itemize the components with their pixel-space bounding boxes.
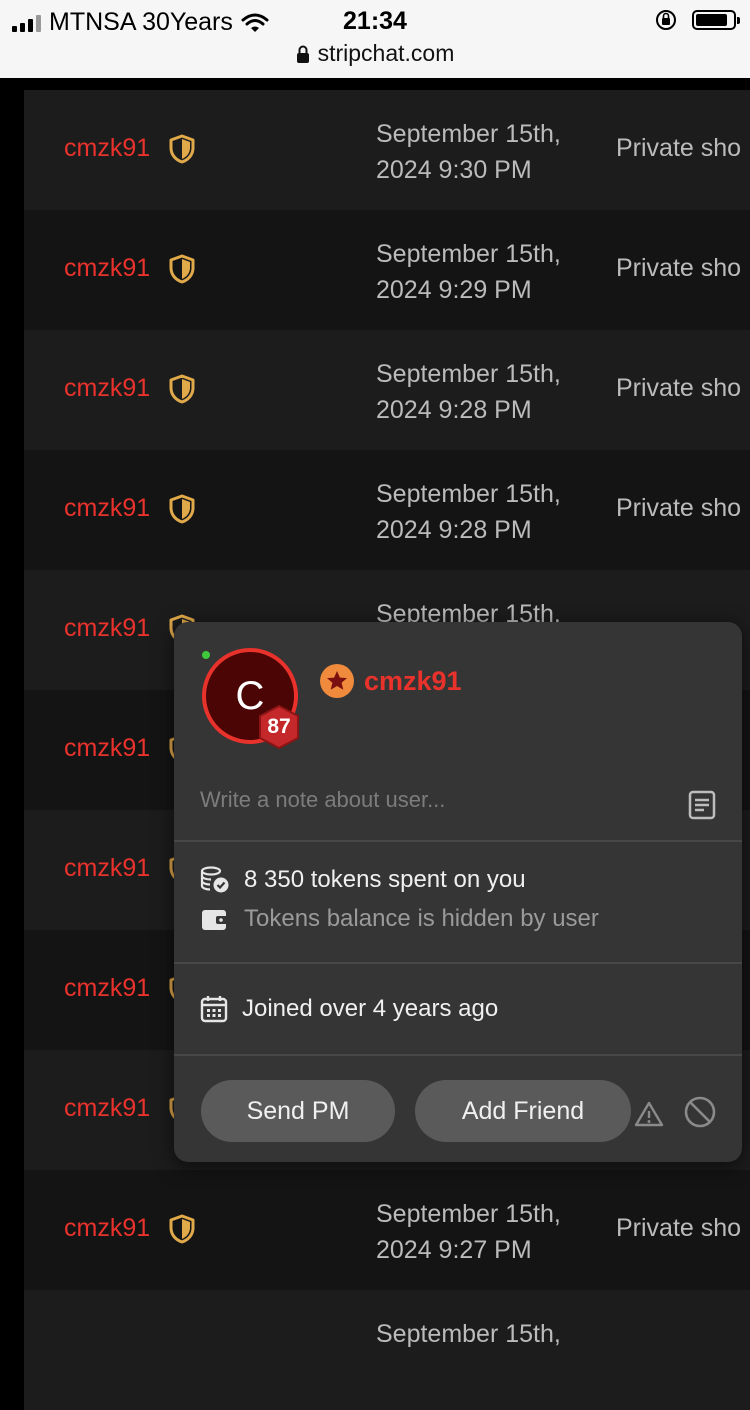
rotation-lock-icon — [656, 10, 676, 30]
row-username-link[interactable]: cmzk91 — [64, 974, 150, 1003]
url-text: stripchat.com — [317, 40, 455, 66]
list-row: cmzk91 September 15th, 2024 9:29 PM Privat… — [24, 210, 750, 330]
user-popup-card: C 87 cmzk91 Write a note about user... 8 — [174, 622, 742, 1162]
lock-icon — [296, 45, 309, 63]
user-note-input[interactable]: Write a note about user... — [200, 787, 716, 813]
shield-icon — [168, 374, 196, 409]
row-username-link[interactable]: cmzk91 — [64, 614, 150, 643]
shield-icon — [168, 134, 196, 169]
row-type: Private sho — [616, 374, 742, 402]
shield-icon — [168, 1214, 196, 1249]
block-user-icon[interactable] — [683, 1095, 717, 1129]
row-type: Private sho — [616, 494, 742, 522]
divider — [174, 1054, 742, 1056]
row-date: September 15th, 2024 9:27 PM — [376, 1200, 561, 1264]
level-number: 87 — [267, 715, 291, 738]
divider — [174, 840, 742, 842]
joined-row: Joined over 4 years ago — [200, 995, 498, 1023]
row-type: Private sho — [616, 254, 742, 282]
shield-icon — [168, 254, 196, 289]
shield-icon — [168, 494, 196, 529]
coins-icon — [200, 866, 229, 893]
row-type: Private sho — [616, 134, 742, 162]
online-indicator — [202, 651, 210, 659]
row-username-link[interactable]: cmzk91 — [64, 494, 150, 523]
note-icon[interactable] — [688, 790, 716, 820]
row-type: Private sho — [616, 1214, 742, 1242]
row-username-link[interactable]: cmzk91 — [64, 374, 150, 403]
row-date: September 15th, 2024 9:28 PM — [376, 360, 561, 424]
report-warning-icon[interactable] — [634, 1100, 664, 1128]
star-badge-icon — [320, 664, 354, 698]
row-username-link[interactable]: cmzk91 — [64, 134, 150, 163]
row-username-link[interactable]: cmzk91 — [64, 734, 150, 763]
level-badge: 87 — [256, 704, 302, 750]
divider — [174, 962, 742, 964]
status-icons — [654, 8, 740, 32]
row-date: September 15th, — [376, 1320, 561, 1348]
row-date: September 15th, 2024 9:30 PM — [376, 120, 561, 184]
row-username-link[interactable]: cmzk91 — [64, 1214, 150, 1243]
tokens-spent-row: 8 350 tokens spent on you — [200, 866, 526, 894]
popup-username-row: cmzk91 — [320, 664, 462, 698]
add-friend-button[interactable]: Add Friend — [415, 1080, 631, 1142]
wallet-icon — [202, 910, 228, 930]
row-username-link[interactable]: cmzk91 — [64, 1094, 150, 1123]
row-username-link[interactable]: cmzk91 — [64, 254, 150, 283]
list-row: cmzk91 September 15th, 2024 9:30 PM Privat… — [24, 90, 750, 210]
address-bar[interactable]: stripchat.com — [0, 40, 750, 67]
calendar-icon — [200, 996, 228, 1023]
clock: 21:34 — [343, 7, 407, 35]
list-row: cmzk91 September 15th, 2024 9:27 PM Privat… — [24, 1170, 750, 1290]
joined-text: Joined over 4 years ago — [242, 995, 499, 1022]
tokens-balance-text: Tokens balance is hidden by user — [244, 905, 599, 932]
send-pm-button[interactable]: Send PM — [201, 1080, 395, 1142]
tokens-balance-row: Tokens balance is hidden by user — [200, 905, 599, 933]
row-date: September 15th, 2024 9:28 PM — [376, 480, 561, 544]
browser-top-bar: MTNSA 30Years 21:34 stripchat.com — [0, 0, 750, 78]
list-row: September 15th, — [24, 1290, 750, 1410]
row-date: September 15th, 2024 9:29 PM — [376, 240, 561, 304]
row-username-link[interactable]: cmzk91 — [64, 854, 150, 883]
battery-icon — [692, 10, 740, 30]
list-row: cmzk91 September 15th, 2024 9:28 PM Privat… — [24, 450, 750, 570]
popup-username[interactable]: cmzk91 — [364, 666, 462, 697]
list-row: cmzk91 September 15th, 2024 9:28 PM Privat… — [24, 330, 750, 450]
tokens-spent-text: 8 350 tokens spent on you — [244, 866, 526, 893]
